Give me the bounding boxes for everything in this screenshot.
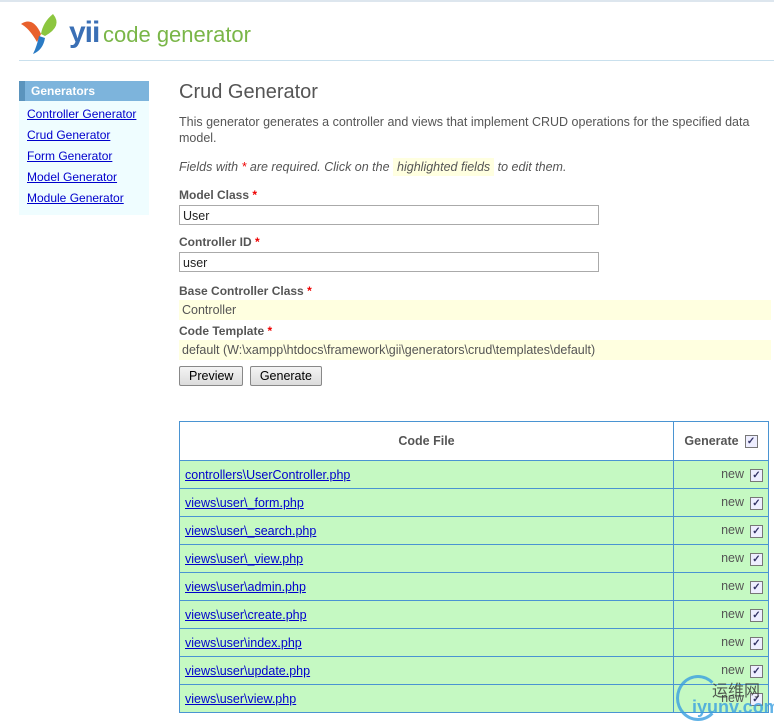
top-border bbox=[0, 0, 774, 2]
generate-cell: new ✓ bbox=[673, 600, 769, 629]
preview-button[interactable]: Preview bbox=[179, 366, 244, 386]
table-row: views\user\admin.php new ✓ bbox=[179, 572, 769, 601]
logo-subtitle: code generator bbox=[103, 22, 251, 47]
note-text: to edit them. bbox=[497, 160, 567, 174]
yii-logo-icon bbox=[21, 14, 57, 54]
generate-checkbox[interactable]: ✓ bbox=[750, 636, 763, 650]
main-content: Crud Generator This generator generates … bbox=[179, 80, 771, 386]
base-controller-class-field[interactable]: Controller bbox=[179, 300, 771, 320]
file-cell: views\user\update.php bbox=[179, 656, 674, 685]
generate-cell: new ✓ bbox=[673, 572, 769, 601]
status-label: new bbox=[721, 551, 744, 566]
status-label: new bbox=[721, 523, 744, 538]
generate-checkbox[interactable]: ✓ bbox=[750, 552, 763, 566]
status-label: new bbox=[721, 579, 744, 594]
file-cell: views\user\_form.php bbox=[179, 488, 674, 517]
logo-text: yii bbox=[69, 16, 100, 49]
file-cell: views\user\index.php bbox=[179, 628, 674, 657]
status-label: new bbox=[721, 467, 744, 482]
file-link[interactable]: views\user\admin.php bbox=[185, 580, 306, 594]
file-link[interactable]: views\user\view.php bbox=[185, 692, 296, 706]
generate-checkbox[interactable]: ✓ bbox=[750, 580, 763, 594]
file-cell: views\user\_view.php bbox=[179, 544, 674, 573]
table-row: views\user\_form.php new ✓ bbox=[179, 488, 769, 517]
code-template-field[interactable]: default (W:\xampp\htdocs\framework\gii\g… bbox=[179, 340, 771, 360]
status-label: new bbox=[721, 635, 744, 650]
code-file-header: Code File bbox=[179, 421, 674, 461]
sidebar-item-module-generator[interactable]: Module Generator bbox=[27, 191, 149, 206]
highlight-sample: highlighted fields bbox=[393, 158, 495, 176]
select-all-checkbox[interactable]: ✓ bbox=[744, 435, 758, 449]
file-cell: controllers\UserController.php bbox=[179, 460, 674, 489]
generate-checkbox[interactable]: ✓ bbox=[750, 496, 763, 510]
file-link[interactable]: views\user\index.php bbox=[185, 636, 302, 650]
generate-checkbox[interactable]: ✓ bbox=[750, 524, 763, 538]
file-link[interactable]: views\user\create.php bbox=[185, 608, 307, 622]
file-cell: views\user\create.php bbox=[179, 600, 674, 629]
code-template-label: Code Template * bbox=[179, 324, 273, 338]
sidebar-item-model-generator[interactable]: Model Generator bbox=[27, 170, 149, 185]
model-class-label: Model Class * bbox=[179, 188, 258, 202]
description: This generator generates a controller an… bbox=[179, 115, 750, 145]
generate-cell: new ✓ bbox=[673, 544, 769, 573]
table-row: views\user\_search.php new ✓ bbox=[179, 516, 769, 545]
generate-header: Generate ✓ bbox=[673, 421, 769, 461]
generate-cell: new ✓ bbox=[673, 628, 769, 657]
file-link[interactable]: controllers\UserController.php bbox=[185, 468, 350, 482]
sidebar-item-crud-generator[interactable]: Crud Generator bbox=[27, 128, 149, 143]
generate-checkbox[interactable]: ✓ bbox=[750, 608, 763, 622]
table-row: views\user\_view.php new ✓ bbox=[179, 544, 769, 573]
controller-id-label: Controller ID * bbox=[179, 235, 260, 249]
table-row: views\user\index.php new ✓ bbox=[179, 628, 769, 657]
note-text: are required. Click on the bbox=[249, 160, 390, 174]
file-cell: views\user\view.php bbox=[179, 684, 674, 713]
code-files-table: Code File Generate ✓ controllers\UserCont… bbox=[179, 421, 769, 713]
sidebar-title: Generators bbox=[19, 81, 149, 101]
status-label: new bbox=[721, 607, 744, 622]
file-cell: views\user\_search.php bbox=[179, 516, 674, 545]
file-link[interactable]: views\user\_form.php bbox=[185, 496, 304, 510]
watermark: 运维网 iyunv.com bbox=[676, 675, 774, 722]
table-row: views\user\create.php new ✓ bbox=[179, 600, 769, 629]
controller-id-input[interactable]: user bbox=[179, 252, 599, 272]
required-note: Fields with * are required. Click on the… bbox=[179, 158, 771, 176]
base-controller-class-label: Base Controller Class * bbox=[179, 284, 312, 298]
table-row: controllers\UserController.php new ✓ bbox=[179, 460, 769, 489]
generate-checkbox[interactable]: ✓ bbox=[750, 468, 763, 482]
model-class-input[interactable]: User bbox=[179, 205, 599, 225]
sidebar-item-controller-generator[interactable]: Controller Generator bbox=[27, 107, 149, 122]
required-star: * bbox=[241, 160, 247, 174]
generate-cell: new ✓ bbox=[673, 460, 769, 489]
file-link[interactable]: views\user\update.php bbox=[185, 664, 310, 678]
status-label: new bbox=[721, 495, 744, 510]
file-link[interactable]: views\user\_search.php bbox=[185, 524, 316, 538]
sidebar: Generators Controller Generator Crud Gen… bbox=[19, 81, 149, 215]
generate-button[interactable]: Generate bbox=[249, 366, 322, 386]
page-title: Crud Generator bbox=[179, 81, 318, 103]
generate-cell: new ✓ bbox=[673, 516, 769, 545]
generate-cell: new ✓ bbox=[673, 488, 769, 517]
file-link[interactable]: views\user\_view.php bbox=[185, 552, 303, 566]
note-text: Fields with bbox=[179, 160, 239, 174]
file-cell: views\user\admin.php bbox=[179, 572, 674, 601]
sidebar-item-form-generator[interactable]: Form Generator bbox=[27, 149, 149, 164]
header: yii code generator bbox=[19, 10, 774, 61]
